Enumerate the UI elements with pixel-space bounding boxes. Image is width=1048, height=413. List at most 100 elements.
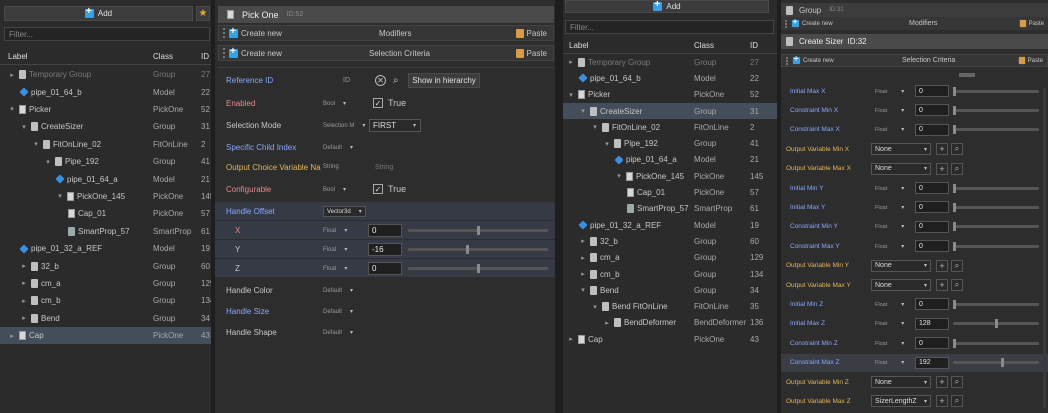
show-in-hierarchy-button[interactable]: Show in hierarchy xyxy=(408,73,480,88)
selection-mode-select[interactable]: FIRST ▾ xyxy=(369,118,421,132)
expand-toggle-icon[interactable]: ▾ xyxy=(615,172,623,180)
tree-row[interactable]: ▾ CreateSizer Group 31 xyxy=(563,102,777,120)
expand-toggle-icon[interactable]: ▸ xyxy=(8,332,16,340)
tree-row[interactable]: ▾ Pipe_192 Group 41 xyxy=(0,153,211,170)
tree-row[interactable]: ▸ Cap PickOne 43 xyxy=(563,331,777,347)
tree-row[interactable]: ▸ Temporary Group Group 27 xyxy=(563,54,777,70)
property-type-dropdown[interactable]: Float ▾ xyxy=(875,126,904,133)
tree-row[interactable]: ▾ Picker PickOne 52 xyxy=(563,87,777,103)
property-type-dropdown[interactable]: Float ▾ xyxy=(875,340,904,347)
sizer-criteria-create[interactable]: Create new xyxy=(803,58,834,64)
find-variable-button[interactable]: ⌕ xyxy=(951,162,963,175)
slider-knob[interactable] xyxy=(476,225,480,235)
clear-icon[interactable]: ✕ xyxy=(375,75,386,86)
property-type-dropdown[interactable]: String xyxy=(323,164,339,170)
property-type-dropdown[interactable]: Float ▾ xyxy=(323,265,347,272)
tree-row[interactable]: ▸ Temporary Group Group 27 xyxy=(0,66,211,83)
tree-row[interactable]: ▸ cm_b Group 134 xyxy=(0,292,211,309)
expand-toggle-icon[interactable]: ▾ xyxy=(591,123,599,131)
float-slider[interactable] xyxy=(953,358,1039,368)
modifiers-paste[interactable]: Paste xyxy=(515,28,547,38)
expand-toggle-icon[interactable]: ▾ xyxy=(44,158,52,166)
find-variable-button[interactable]: ⌕ xyxy=(951,376,963,388)
find-variable-button[interactable]: ⌕ xyxy=(951,395,963,408)
slider-knob[interactable] xyxy=(994,319,998,329)
tree-row[interactable]: pipe_01_64_a Model 21 xyxy=(0,170,211,187)
output-variable-select[interactable]: None ▾ xyxy=(871,279,931,291)
tree-row[interactable]: Cap_01 PickOne 57 xyxy=(563,184,777,200)
expand-toggle-icon[interactable]: ▾ xyxy=(56,192,64,200)
float-input[interactable]: 128 xyxy=(915,317,949,330)
expand-toggle-icon[interactable]: ▸ xyxy=(567,58,575,66)
expand-toggle-icon[interactable]: ▸ xyxy=(567,335,575,343)
float-input[interactable]: 0 xyxy=(368,223,402,237)
float-slider[interactable] xyxy=(408,263,548,273)
modifiers-create-new[interactable]: Create new xyxy=(241,29,282,38)
far-right-scrollbar[interactable] xyxy=(1043,88,1046,408)
tree-row[interactable]: ▸ Cap PickOne 43 xyxy=(0,327,211,345)
add-variable-button[interactable]: + xyxy=(936,162,948,175)
float-slider[interactable] xyxy=(408,225,548,235)
property-type-dropdown[interactable]: Float ▾ xyxy=(875,88,904,95)
property-type-dropdown[interactable]: Default ▾ xyxy=(323,308,353,315)
property-type-dropdown[interactable]: Float ▾ xyxy=(875,204,904,211)
tree-row[interactable]: ▸ BendDeformer BendDeformer 136 xyxy=(563,315,777,331)
expand-toggle-icon[interactable]: ▸ xyxy=(603,319,611,327)
expand-toggle-icon[interactable]: ▾ xyxy=(603,140,611,148)
output-variable-select[interactable]: None ▾ xyxy=(871,259,931,272)
property-type-dropdown[interactable]: Float ▾ xyxy=(875,243,904,250)
property-type-dropdown[interactable]: Float ▾ xyxy=(875,359,904,366)
tree-row[interactable]: ▸ cm_a Group 129 xyxy=(0,275,211,292)
output-variable-select[interactable]: SizerLengthZ ▾ xyxy=(871,395,931,408)
drag-handle-icon[interactable] xyxy=(223,28,225,38)
col-class[interactable]: Class xyxy=(153,52,173,61)
property-type-dropdown[interactable]: Default ▾ xyxy=(323,144,353,151)
tree-row[interactable]: ▾ Bend FitOnLine FitOnLine 35 xyxy=(563,299,777,315)
col-id[interactable]: ID xyxy=(750,41,758,50)
slider-knob[interactable] xyxy=(953,105,956,115)
float-input[interactable]: 0 xyxy=(915,240,949,253)
float-slider[interactable] xyxy=(953,241,1039,251)
tree-row[interactable]: ▾ FitOnLine_02 FitOnLine 2 xyxy=(563,119,777,135)
float-slider[interactable] xyxy=(953,299,1039,309)
float-slider[interactable] xyxy=(408,244,548,254)
property-type-dropdown[interactable]: Default ▾ xyxy=(323,329,353,336)
right-filter-input[interactable]: Filter... xyxy=(565,20,774,34)
add-variable-button[interactable]: + xyxy=(936,259,948,272)
tree-row[interactable]: ▸ 32_b Group 60 xyxy=(563,233,777,249)
criteria-create-new[interactable]: Create new xyxy=(241,49,282,58)
expand-toggle-icon[interactable]: ▾ xyxy=(32,140,40,148)
tree-row[interactable]: pipe_01_32_a_REF Model 19 xyxy=(563,217,777,233)
tree-row[interactable]: ▸ 32_b Group 60 xyxy=(0,257,211,274)
tree-row[interactable]: ▾ Picker PickOne 52 xyxy=(0,101,211,118)
property-type-dropdown[interactable]: Vector3d ▾ xyxy=(323,205,366,217)
tree-row[interactable]: pipe_01_32_a_REF Model 19 xyxy=(0,240,211,257)
tree-row[interactable]: ▾ FitOnLine_02 FitOnLine 2 xyxy=(0,136,211,153)
float-input[interactable]: 0 xyxy=(368,261,402,275)
sizer-criteria-paste[interactable]: Paste xyxy=(1018,56,1043,65)
float-slider[interactable] xyxy=(953,222,1039,232)
float-input[interactable]: -16 xyxy=(368,242,402,256)
float-input[interactable]: 0 xyxy=(915,104,949,117)
expand-toggle-icon[interactable]: ▸ xyxy=(20,297,28,305)
tree-row[interactable]: ▾ CreateSizer Group 31 xyxy=(0,118,211,135)
float-input[interactable]: 0 xyxy=(915,337,949,350)
find-variable-button[interactable]: ⌕ xyxy=(951,259,963,272)
tree-row[interactable]: ▾ PickOne_145 PickOne 145 xyxy=(563,168,777,184)
slider-knob[interactable] xyxy=(953,183,956,193)
property-type-dropdown[interactable]: Float ▾ xyxy=(323,246,347,253)
slider-knob[interactable] xyxy=(465,244,469,254)
criteria-paste[interactable]: Paste xyxy=(515,48,547,58)
left-favorite-button[interactable]: ★ xyxy=(196,6,210,21)
float-slider[interactable] xyxy=(953,105,1039,115)
create-new-icon[interactable] xyxy=(791,17,800,28)
expand-toggle-icon[interactable]: ▸ xyxy=(579,254,587,262)
output-variable-select[interactable]: None ▾ xyxy=(871,376,931,388)
find-variable-button[interactable]: ⌕ xyxy=(951,143,963,156)
float-slider[interactable] xyxy=(953,202,1039,212)
tree-row[interactable]: ▾ PickOne_145 PickOne 145 xyxy=(0,188,211,205)
drag-handle-icon[interactable] xyxy=(223,48,225,58)
group-modifiers-create[interactable]: Create new xyxy=(802,21,833,27)
slider-knob[interactable] xyxy=(953,338,956,348)
create-new-icon[interactable] xyxy=(792,55,801,65)
